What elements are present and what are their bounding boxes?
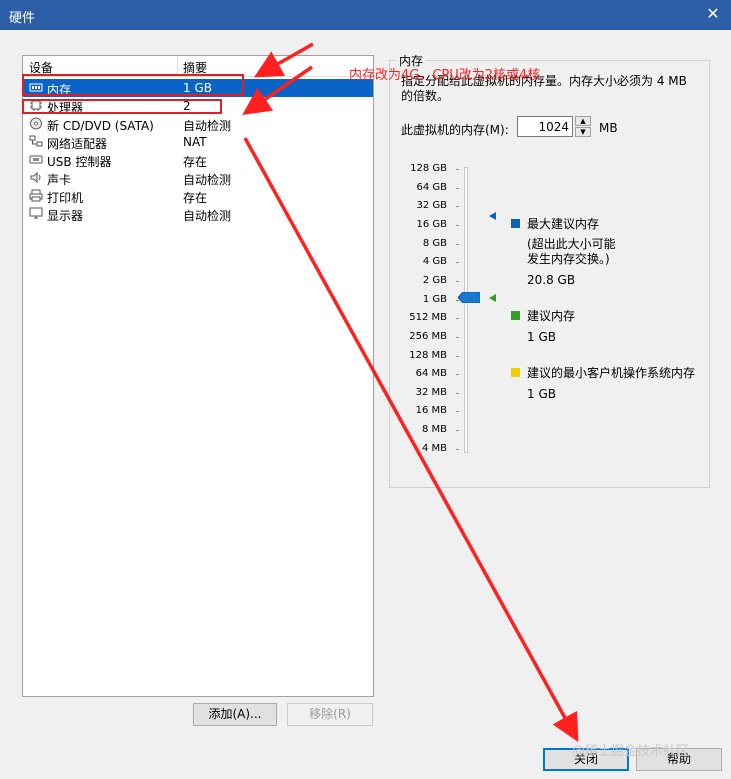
scale-label: 4 MB xyxy=(421,442,447,454)
min-guest-legend-icon xyxy=(511,368,520,377)
device-summary: 存在 xyxy=(183,191,208,205)
network-adapter-icon xyxy=(29,135,43,147)
device-row-cd-dvd[interactable]: 新 CD/DVD (SATA) 自动检测 xyxy=(23,115,373,133)
scale-label: 1 GB xyxy=(422,293,447,305)
scale-label: 128 GB xyxy=(410,163,447,174)
scale-label: 16 GB xyxy=(416,218,447,230)
device-summary: 自动检测 xyxy=(183,173,232,187)
scale-label: 16 MB xyxy=(415,405,447,417)
scale-tick xyxy=(456,224,459,226)
scale-tick xyxy=(456,374,459,376)
close-icon[interactable]: ✕ xyxy=(703,4,723,24)
scale-tick xyxy=(456,169,459,170)
scale-tick xyxy=(456,206,459,208)
memory-unit-label: MB xyxy=(599,121,618,135)
sound-card-icon xyxy=(30,171,41,184)
min-guest-title: 建议的最小客户机操作系统内存 xyxy=(527,366,696,380)
scale-tick xyxy=(456,280,459,282)
max-recommended-note-2: 发生内存交换。) xyxy=(527,252,610,266)
scale-label: 512 MB xyxy=(409,312,447,324)
device-summary: NAT xyxy=(183,135,207,149)
device-name: 打印机 xyxy=(47,191,84,205)
device-name: 显示器 xyxy=(47,209,84,223)
max-recommended-title: 最大建议内存 xyxy=(527,217,600,231)
watermark: @稀土掘金技术社区 xyxy=(572,744,690,759)
scale-label: 128 MB xyxy=(409,349,447,361)
memory-slider-thumb[interactable] xyxy=(458,292,480,303)
scale-tick xyxy=(456,392,459,394)
device-name: 新 CD/DVD (SATA) xyxy=(47,119,154,133)
scale-label: 64 GB xyxy=(416,181,447,193)
scale-tick xyxy=(456,430,459,432)
scale-tick xyxy=(456,262,459,264)
scale-label: 32 GB xyxy=(416,200,447,212)
recommended-legend-icon xyxy=(511,311,520,320)
device-summary: 存在 xyxy=(183,155,208,169)
column-separator[interactable] xyxy=(177,56,178,76)
max-recommended-legend-icon xyxy=(511,219,520,228)
recommended-title: 建议内存 xyxy=(527,309,576,323)
memory-highlight-box xyxy=(22,74,244,96)
scale-label: 4 GB xyxy=(422,256,447,268)
annotation-text: 内存改为4G，CPU改为2核或4核 xyxy=(349,68,541,83)
device-name: 声卡 xyxy=(47,173,72,187)
scale-tick xyxy=(456,411,459,413)
device-summary: 自动检测 xyxy=(183,209,232,223)
scale-label: 8 GB xyxy=(422,237,447,249)
scale-tick xyxy=(456,187,459,189)
max-recommended-value: 20.8 GB xyxy=(527,273,576,287)
processor-highlight-box xyxy=(22,99,222,114)
device-summary: 自动检测 xyxy=(183,119,232,133)
device-row-network-adapter[interactable]: 网络适配器 NAT xyxy=(23,133,373,151)
scale-tick xyxy=(456,243,459,245)
scale-label: 64 MB xyxy=(415,368,447,380)
device-row-sound-card[interactable]: 声卡 自动检测 xyxy=(23,169,373,187)
scale-label: 2 GB xyxy=(422,274,447,286)
scale-label: 32 MB xyxy=(415,386,447,398)
recommended-marker-icon xyxy=(489,294,496,302)
device-row-usb-controller[interactable]: USB 控制器 存在 xyxy=(23,151,373,169)
memory-size-input[interactable]: 1024 xyxy=(517,116,573,137)
memory-field-label: 此虚拟机的内存(M): xyxy=(401,123,509,137)
scale-tick xyxy=(456,448,459,450)
scale-label: 256 MB xyxy=(409,330,447,342)
max-recommended-marker-icon xyxy=(489,212,496,220)
add-device-button[interactable]: 添加(A)... xyxy=(193,703,277,726)
max-recommended-note-1: (超出此大小可能 xyxy=(527,237,616,251)
device-row-printer[interactable]: 打印机 存在 xyxy=(23,187,373,205)
device-name: 网络适配器 xyxy=(47,137,108,151)
scale-tick xyxy=(456,336,459,338)
memory-slider-track[interactable] xyxy=(464,167,468,453)
device-row-display[interactable]: 显示器 自动检测 xyxy=(23,205,373,223)
remove-device-button[interactable]: 移除(R) xyxy=(287,703,373,726)
device-name: USB 控制器 xyxy=(47,155,112,169)
device-list: 设备 摘要 内存 1 GB 处理器 2 新 CD/DVD (SATA) 自动检测… xyxy=(22,55,374,697)
printer-icon xyxy=(29,189,43,202)
window-title: 硬件 xyxy=(9,11,36,26)
scale-label: 8 MB xyxy=(421,424,447,436)
cd-dvd-icon xyxy=(30,117,42,130)
scale-tick xyxy=(456,355,459,357)
display-icon xyxy=(29,207,43,219)
scale-tick xyxy=(456,318,459,320)
min-guest-value: 1 GB xyxy=(527,387,556,401)
spin-down-icon[interactable]: ▼ xyxy=(575,127,591,137)
spin-up-icon[interactable]: ▲ xyxy=(575,116,591,126)
usb-controller-icon xyxy=(29,155,43,164)
recommended-value: 1 GB xyxy=(527,330,556,344)
title-bar: 硬件 ✕ xyxy=(0,0,731,30)
